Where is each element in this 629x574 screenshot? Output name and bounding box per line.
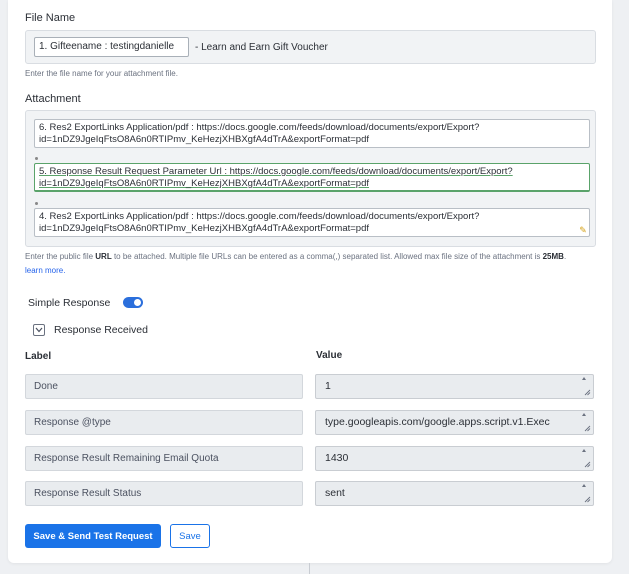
action-config-card: File Name 1. Gifteename : testingdaniell… bbox=[8, 0, 612, 563]
resize-grip-icon[interactable] bbox=[584, 425, 591, 432]
help-text: to be attached. Multiple file URLs can b… bbox=[111, 252, 543, 261]
attachment-help: Enter the public file URL to be attached… bbox=[25, 250, 600, 278]
response-label-field: Response Result Status bbox=[25, 481, 303, 506]
response-value-text: type.googleapis.com/google.apps.script.v… bbox=[325, 416, 550, 428]
attachment-url-item[interactable]: 6. Res2 ExportLinks Application/pdf : ht… bbox=[34, 119, 590, 148]
attachment-url-line: id=1nDZ9JgeIqFtsO8A6n0RTIPmv_KeHezjXHBXg… bbox=[39, 134, 370, 145]
chevron-down-icon bbox=[35, 327, 43, 333]
response-value-text: 1 bbox=[325, 380, 331, 392]
response-label-field: Response @type bbox=[25, 410, 303, 435]
connector-line bbox=[309, 563, 310, 574]
help-text: . bbox=[563, 252, 567, 261]
response-received-label: Response Received bbox=[54, 324, 148, 336]
spinner-up-icon bbox=[582, 484, 586, 487]
response-value-field[interactable]: sent bbox=[315, 481, 594, 506]
file-name-help: Enter the file name for your attachment … bbox=[25, 69, 178, 78]
help-bold-size: 25MB bbox=[542, 252, 564, 261]
resize-grip-icon[interactable] bbox=[584, 496, 591, 503]
save-and-send-test-button[interactable]: Save & Send Test Request bbox=[25, 524, 161, 548]
response-value-field[interactable]: 1 bbox=[315, 374, 594, 399]
separator-dot bbox=[35, 202, 38, 205]
column-header-value: Value bbox=[316, 350, 343, 361]
attachment-url-line: 5. Response Result Request Parameter Url… bbox=[39, 166, 513, 177]
attachment-url-item[interactable]: 4. Res2 ExportLinks Application/pdf : ht… bbox=[34, 208, 590, 237]
response-value-text: 1430 bbox=[325, 452, 349, 464]
attachment-url-line: 6. Res2 ExportLinks Application/pdf : ht… bbox=[39, 122, 480, 133]
spinner-up-icon bbox=[582, 413, 586, 416]
response-value-text: sent bbox=[325, 487, 345, 499]
attachment-url-line: 4. Res2 ExportLinks Application/pdf : ht… bbox=[39, 211, 480, 222]
response-value-field[interactable]: 1430 bbox=[315, 446, 594, 471]
pencil-icon[interactable]: ✎ bbox=[578, 225, 588, 235]
attachment-label: Attachment bbox=[25, 93, 81, 105]
column-header-label: Label bbox=[25, 351, 52, 362]
attachment-field[interactable]: 6. Res2 ExportLinks Application/pdf : ht… bbox=[25, 110, 596, 247]
resize-grip-icon[interactable] bbox=[584, 461, 591, 468]
file-name-field[interactable]: 1. Gifteename : testingdanielle - Learn … bbox=[25, 30, 596, 64]
simple-response-label: Simple Response bbox=[28, 297, 111, 309]
help-bold-url: URL bbox=[95, 252, 112, 261]
simple-response-toggle[interactable] bbox=[123, 297, 143, 308]
file-name-token-chip[interactable]: 1. Gifteename : testingdanielle bbox=[34, 37, 189, 57]
file-name-suffix-text: - Learn and Earn Gift Voucher bbox=[195, 42, 328, 53]
response-value-field[interactable]: type.googleapis.com/google.apps.script.v… bbox=[315, 410, 594, 435]
spinner-up-icon bbox=[582, 377, 586, 380]
response-collapse-button[interactable] bbox=[33, 324, 45, 336]
response-label-field: Response Result Remaining Email Quota bbox=[25, 446, 303, 471]
separator-dot bbox=[35, 157, 38, 160]
attachment-url-line: id=1nDZ9JgeIqFtsO8A6n0RTIPmv_KeHezjXHBXg… bbox=[39, 178, 370, 189]
learn-more-link[interactable]: learn more. bbox=[25, 266, 65, 275]
attachment-url-line: id=1nDZ9JgeIqFtsO8A6n0RTIPmv_KeHezjXHBXg… bbox=[39, 223, 370, 234]
save-button[interactable]: Save bbox=[170, 524, 210, 548]
resize-grip-icon[interactable] bbox=[584, 389, 591, 396]
file-name-label: File Name bbox=[25, 12, 76, 24]
help-text: Enter the public file bbox=[25, 252, 96, 261]
attachment-url-item-active[interactable]: 5. Response Result Request Parameter Url… bbox=[34, 163, 590, 192]
spinner-up-icon bbox=[582, 449, 586, 452]
response-label-field: Done bbox=[25, 374, 303, 399]
